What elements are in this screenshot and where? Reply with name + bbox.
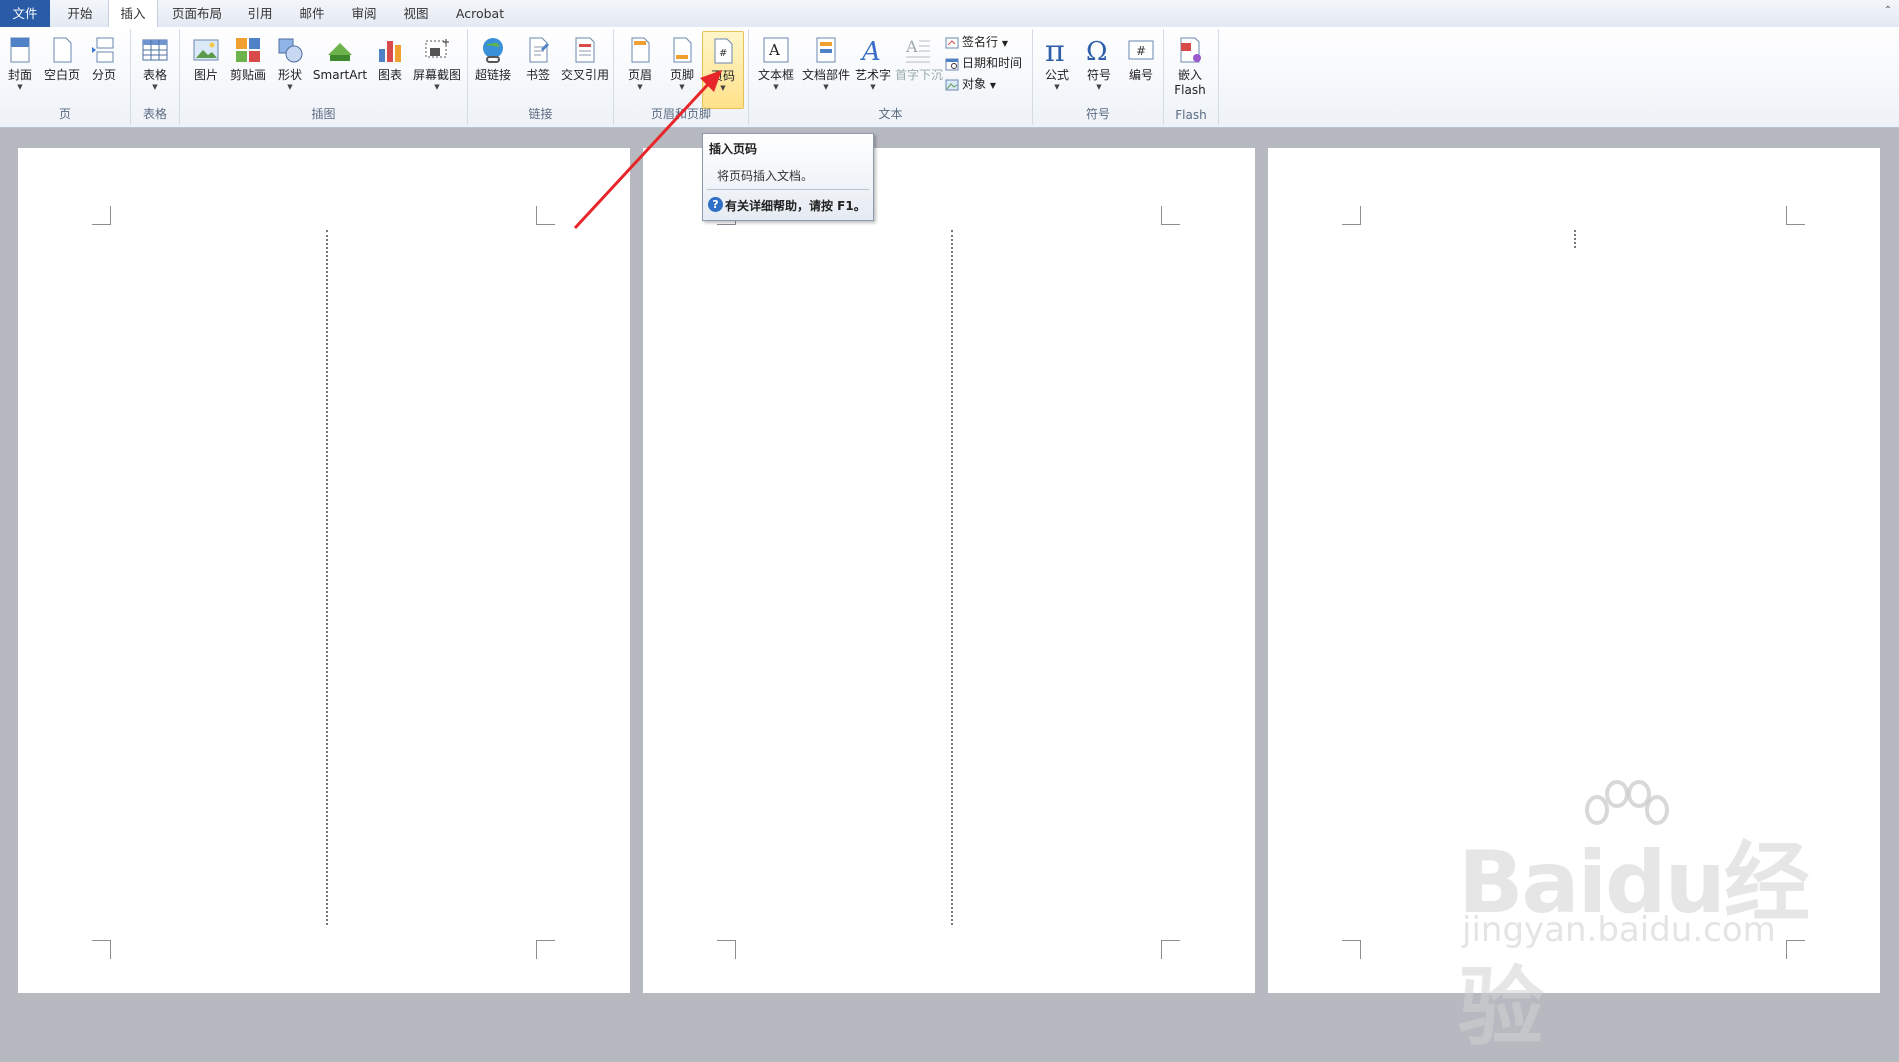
tooltip-divider <box>707 189 869 190</box>
watermark-url: jingyan.baidu.com <box>1462 910 1776 950</box>
tooltip-title: 插入页码 <box>709 142 758 156</box>
tooltip-help-text: 有关详细帮助，请按 F1。 <box>725 199 866 213</box>
tooltip-description: 将页码插入文档。 <box>717 169 814 183</box>
help-icon: ? <box>708 197 723 212</box>
page-number-tooltip: 插入页码 将页码插入文档。 ? 有关详细帮助，请按 F1。 <box>702 133 874 221</box>
baidu-watermark: Baidu经验 jingyan.baidu.com <box>1450 780 1890 1058</box>
